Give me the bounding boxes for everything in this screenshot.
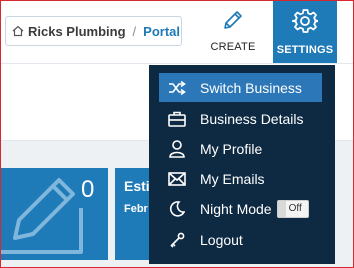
tile-count-value: 0 bbox=[81, 176, 95, 203]
menu-item-label: Logout bbox=[200, 231, 243, 248]
menu-item-business-details[interactable]: Business Details bbox=[159, 104, 322, 133]
pencil-icon bbox=[221, 1, 245, 37]
breadcrumb-separator: / bbox=[132, 23, 137, 39]
top-bar: Ricks Plumbing / Portal CREATE SETTINGS bbox=[1, 1, 353, 63]
settings-dropdown-menu: Switch Business Business Details My Prof… bbox=[149, 65, 335, 264]
user-icon bbox=[167, 139, 187, 159]
tile-subtitle: Febr bbox=[124, 203, 148, 215]
breadcrumb-current[interactable]: Portal bbox=[143, 24, 180, 39]
settings-button[interactable]: SETTINGS bbox=[273, 1, 337, 63]
breadcrumb: Ricks Plumbing / Portal bbox=[5, 16, 182, 46]
moon-icon bbox=[167, 199, 187, 219]
menu-item-label: Night Mode bbox=[200, 200, 272, 217]
dashboard-tile-count[interactable]: 0 bbox=[1, 168, 108, 260]
key-icon bbox=[167, 230, 187, 250]
gear-icon bbox=[291, 1, 320, 39]
app-frame: Ricks Plumbing / Portal CREATE SETTINGS bbox=[0, 0, 354, 268]
night-mode-toggle[interactable]: Off bbox=[276, 199, 309, 218]
briefcase-icon bbox=[167, 109, 187, 129]
menu-item-label: Switch Business bbox=[200, 79, 302, 96]
settings-label: SETTINGS bbox=[276, 44, 334, 56]
menu-item-my-emails[interactable]: My Emails bbox=[159, 164, 322, 193]
menu-item-label: My Emails bbox=[200, 170, 265, 187]
menu-item-my-profile[interactable]: My Profile bbox=[159, 134, 322, 163]
toggle-state-label: Off bbox=[288, 203, 302, 214]
menu-item-night-mode[interactable]: Night Mode Off bbox=[159, 194, 322, 223]
create-label: CREATE bbox=[210, 41, 256, 53]
menu-item-switch-business[interactable]: Switch Business bbox=[159, 73, 322, 102]
home-icon[interactable] bbox=[12, 25, 24, 37]
tile-title: Esti bbox=[124, 178, 150, 194]
breadcrumb-business[interactable]: Ricks Plumbing bbox=[28, 24, 126, 39]
envelope-icon bbox=[167, 169, 187, 189]
menu-item-logout[interactable]: Logout bbox=[159, 225, 322, 254]
create-button[interactable]: CREATE bbox=[201, 1, 265, 63]
menu-item-label: My Profile bbox=[200, 140, 263, 157]
menu-item-label: Business Details bbox=[200, 110, 304, 127]
shuffle-icon bbox=[167, 78, 187, 98]
toggle-knob bbox=[277, 200, 286, 217]
